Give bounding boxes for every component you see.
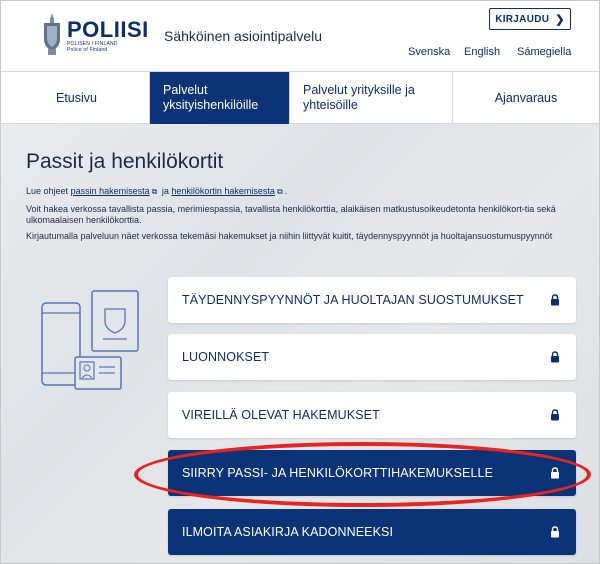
button-label: LUONNOKSET [182,350,270,364]
language-link-english[interactable]: English [464,46,500,58]
logo-subtitle-en: Police of Finland [67,47,108,53]
lock-icon [551,294,559,306]
logo-wordmark: POLIISI [67,17,149,42]
nav-item-palvelut-yksityishenkiloille[interactable]: Palvelut yksityishenkilöille [150,72,290,124]
lock-icon [551,526,559,538]
lock-icon [551,351,559,363]
nav-item-ajanvaraus[interactable]: Ajanvaraus [453,72,599,124]
drafts-button[interactable]: LUONNOKSET [168,334,576,380]
site-header: POLIISI POLISEN I FINLAND Police of Finl… [1,1,599,71]
external-link-icon: ⧉ [276,187,283,196]
main-content: Passit ja henkilökortit Lue ohjeet passi… [1,124,599,563]
police-emblem-icon [44,13,60,55]
lock-icon [551,409,559,421]
report-lost-document-button[interactable]: ILMOITA ASIAKIRJA KADONNEEKSI [168,509,576,555]
language-link-svenska[interactable]: Svenska [408,46,450,58]
main-navigation: Etusivu Palvelut yksityishenkilöille Pal… [1,71,599,124]
passport-instructions-link[interactable]: passin hakemisesta [71,186,150,196]
button-label: SIIRRY PASSI- JA HENKILÖKORTTIHAKEMUKSEL… [182,466,494,480]
paragraph-login-info: Kirjautumalla palveluun näet verkossa te… [26,231,553,241]
browser-frame: POLIISI POLISEN I FINLAND Police of Finl… [0,0,600,564]
chevron-right-icon: ❯ [555,13,565,26]
intro-and: ja [161,186,169,196]
nav-label: Ajanvaraus [494,90,558,105]
language-link-samegiella[interactable]: Sámegiella [517,46,571,58]
police-logo[interactable]: POLIISI POLISEN I FINLAND Police of Finl… [41,13,149,57]
intro-prefix: Lue ohjeet [26,186,69,196]
button-label: ILMOITA ASIAKIRJA KADONNEEKSI [182,525,394,539]
button-label: VIREILLÄ OLEVAT HAKEMUKSET [182,408,380,422]
nav-label: Palvelut yrityksille ja yhteisöille [303,83,415,112]
intro-suffix: . [284,186,288,196]
paragraph-application-types: Voit hakea verkossa tavallista passia, m… [26,204,556,225]
nav-label: Etusivu [56,90,97,105]
external-link-icon: ⧉ [151,187,158,196]
login-label: KIRJAUDU [495,13,550,25]
service-name: Sähköinen asiointipalvelu [164,28,322,44]
button-label: TÄYDENNYSPYYNNÖT JA HUOLTAJAN SUOSTUMUKS… [182,293,524,307]
start-application-button[interactable]: SIIRRY PASSI- JA HENKILÖKORTTIHAKEMUKSEL… [168,450,576,496]
supplement-requests-button[interactable]: TÄYDENNYSPYYNNÖT JA HUOLTAJAN SUOSTUMUKS… [168,277,576,323]
page-title: Passit ja henkilökortit [26,150,224,173]
lock-icon [551,467,559,479]
intro-line: Lue ohjeet passin hakemisesta ⧉ ja henkil… [26,186,581,197]
nav-label: Palvelut yksityishenkilöille [163,83,259,112]
nav-item-palvelut-yrityksille[interactable]: Palvelut yrityksille ja yhteisöille [290,72,453,124]
pending-applications-button[interactable]: VIREILLÄ OLEVAT HAKEMUKSET [168,392,576,438]
idcard-instructions-link[interactable]: henkilökortin hakemisesta [171,186,275,196]
documents-illustration [41,290,139,390]
nav-item-etusivu[interactable]: Etusivu [1,72,150,124]
login-button[interactable]: KIRJAUDU ❯ [489,8,571,30]
